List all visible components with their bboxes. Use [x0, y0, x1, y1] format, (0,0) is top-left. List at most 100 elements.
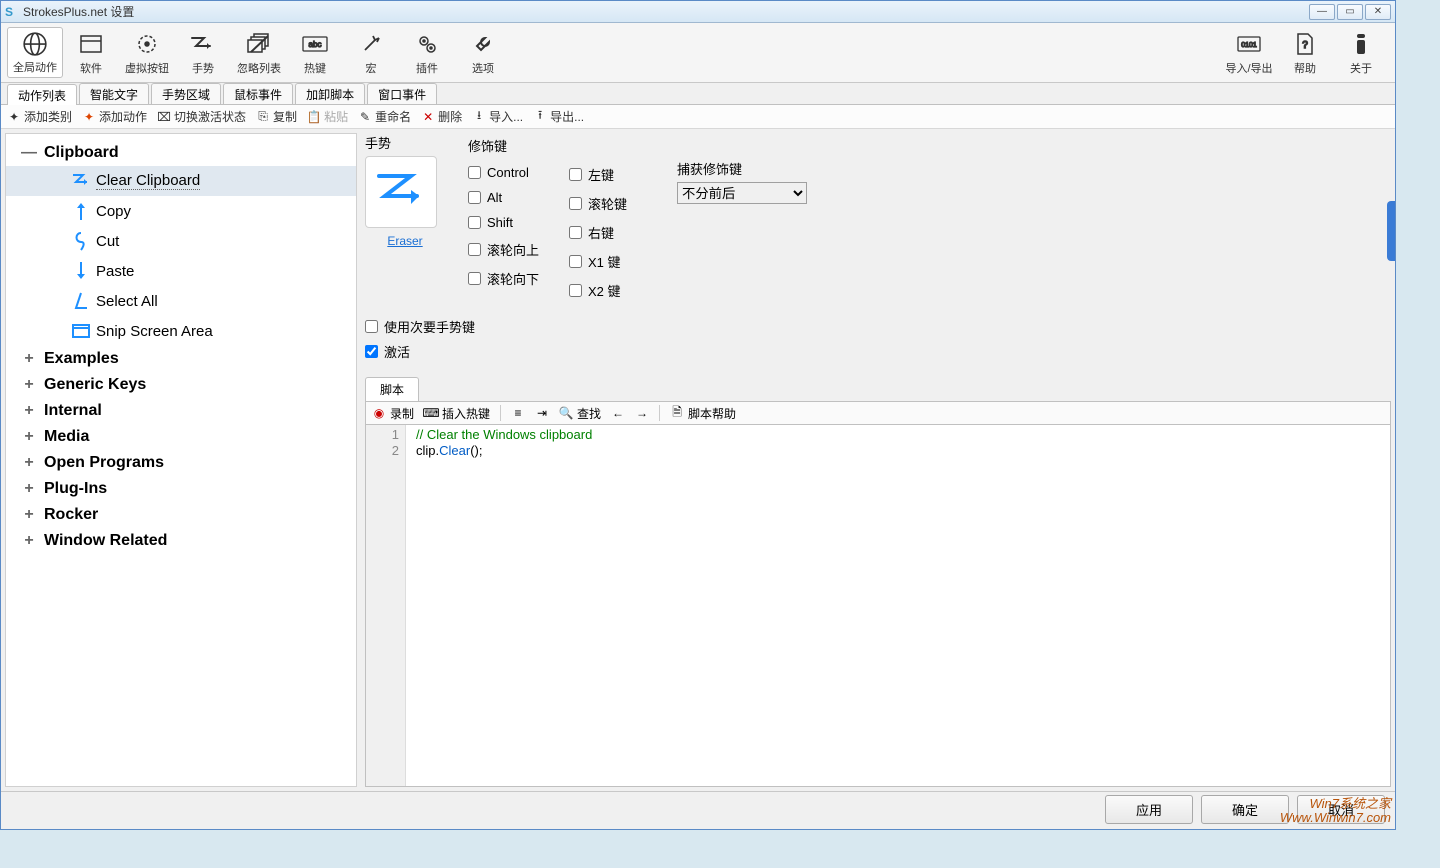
modifiers-heading: 修饰键 — [468, 136, 807, 155]
modifier-滚轮向上[interactable]: 滚轮向上 — [468, 240, 539, 259]
toolbar-software[interactable]: 软件 — [63, 27, 119, 78]
copy-button[interactable]: ⎘复制 — [256, 108, 297, 125]
tab-load-unload-script[interactable]: 加卸脚本 — [295, 83, 365, 104]
toolbar-hotkeys[interactable]: abc 热键 — [287, 27, 343, 78]
modifier-滚轮键[interactable]: 滚轮键 — [569, 194, 627, 213]
maximize-button[interactable]: ▭ — [1337, 4, 1363, 20]
outdent-button[interactable]: ⇥ — [535, 406, 549, 420]
prev-button[interactable]: ← — [611, 406, 625, 420]
main-toolbar: 全局动作 软件 虚拟按钮 手势 忽略列表 abc 热键 宏 插件 — [1, 23, 1395, 83]
doc-icon: 🗎 — [670, 406, 684, 420]
expand-icon: + — [14, 376, 44, 394]
tree-folder-plug-ins[interactable]: +Plug-Ins — [6, 476, 356, 502]
toolbar-global-actions[interactable]: 全局动作 — [7, 27, 63, 78]
zigzag-icon — [190, 30, 216, 58]
rename-icon: ✎ — [358, 110, 372, 124]
tree-folder-examples[interactable]: +Examples — [6, 346, 356, 372]
toolbar-import-export[interactable]: 0101 导入/导出 — [1221, 27, 1277, 78]
tree-folder-media[interactable]: +Media — [6, 424, 356, 450]
script-help-button[interactable]: 🗎脚本帮助 — [670, 405, 736, 422]
delete-button[interactable]: ✕删除 — [421, 108, 462, 125]
record-button[interactable]: ◉录制 — [372, 405, 414, 422]
tree-folder-clipboard[interactable]: — Clipboard — [6, 140, 356, 166]
windows-stack-icon — [246, 30, 272, 58]
modifier-shift[interactable]: Shift — [468, 215, 539, 230]
use-secondary-checkbox[interactable]: 使用次要手势键 — [365, 317, 1391, 336]
tree-item-cut[interactable]: Cut — [6, 226, 356, 256]
modifier-滚轮向下[interactable]: 滚轮向下 — [468, 269, 539, 288]
gesture-preview[interactable] — [365, 156, 437, 228]
expand-icon: + — [14, 480, 44, 498]
toolbar-about[interactable]: 关于 — [1333, 27, 1389, 78]
script-section: 脚本 ◉录制 ⌨插入热键 ≡ ⇥ 🔍查找 ← → 🗎脚本帮助 12 // Cle — [365, 377, 1391, 787]
toggle-icon: ⌧ — [157, 110, 171, 124]
toolbar-gestures[interactable]: 手势 — [175, 27, 231, 78]
import-icon: ⭳ — [472, 110, 486, 124]
tree-folder-open-programs[interactable]: +Open Programs — [6, 450, 356, 476]
find-button[interactable]: 🔍查找 — [559, 405, 601, 422]
config-area: 手势 Eraser 修饰键 Control Alt Shift 滚轮向上滚轮向下 左键… — [365, 133, 1391, 303]
modifier-alt[interactable]: Alt — [468, 190, 539, 205]
expand-icon: + — [14, 350, 44, 368]
modifier-X2 键[interactable]: X2 键 — [569, 281, 627, 300]
sub-tabs: 动作列表 智能文字 手势区域 鼠标事件 加卸脚本 窗口事件 — [1, 83, 1395, 105]
apply-button[interactable]: 应用 — [1105, 795, 1193, 824]
toolbar-macro[interactable]: 宏 — [343, 27, 399, 78]
toolbar-ignore-list[interactable]: 忽略列表 — [231, 27, 287, 78]
tab-gesture-zone[interactable]: 手势区域 — [151, 83, 221, 104]
tree-item-select-all[interactable]: Select All — [6, 286, 356, 316]
gesture-name-link[interactable]: Eraser — [365, 234, 445, 248]
tree-item-paste[interactable]: Paste — [6, 256, 356, 286]
globe-icon — [22, 30, 48, 57]
toolbar-help[interactable]: ? 帮助 — [1277, 27, 1333, 78]
minimize-button[interactable]: — — [1309, 4, 1335, 20]
export-button[interactable]: ⭱导出... — [533, 108, 584, 125]
expand-icon: + — [14, 428, 44, 446]
tab-action-list[interactable]: 动作列表 — [7, 84, 77, 105]
toolbar-options[interactable]: 选项 — [455, 27, 511, 78]
collapse-icon: — — [14, 144, 44, 162]
ok-button[interactable]: 确定 — [1201, 795, 1289, 824]
paste-button[interactable]: 📋粘贴 — [307, 108, 348, 125]
wrench-icon — [471, 30, 495, 58]
gesture-heading: 手势 — [365, 133, 445, 152]
tab-mouse-events[interactable]: 鼠标事件 — [223, 83, 293, 104]
tree-item-copy[interactable]: Copy — [6, 196, 356, 226]
modifier-control[interactable]: Control — [468, 165, 539, 180]
arrow-right-icon: → — [635, 406, 649, 420]
gears-icon — [415, 30, 439, 58]
arrow-down-icon — [66, 260, 96, 282]
tab-smart-text[interactable]: 智能文字 — [79, 83, 149, 104]
tree-item-clear-clipboard[interactable]: Clear Clipboard — [6, 166, 356, 196]
modifier-左键[interactable]: 左键 — [569, 165, 627, 184]
export-icon: ⭱ — [533, 110, 547, 124]
script-tab[interactable]: 脚本 — [365, 377, 419, 401]
toggle-active-button[interactable]: ⌧切换激活状态 — [157, 108, 246, 125]
capture-modifier-select[interactable]: 不分前后 — [677, 182, 807, 204]
script-toolbar: ◉录制 ⌨插入热键 ≡ ⇥ 🔍查找 ← → 🗎脚本帮助 — [365, 401, 1391, 425]
tree-item-snip[interactable]: Snip Screen Area — [6, 316, 356, 346]
import-button[interactable]: ⭳导入... — [472, 108, 523, 125]
toolbar-virtual-buttons[interactable]: 虚拟按钮 — [119, 27, 175, 78]
tree-folder-rocker[interactable]: +Rocker — [6, 502, 356, 528]
side-handle[interactable] — [1387, 201, 1395, 261]
indent-button[interactable]: ≡ — [511, 406, 525, 420]
modifier-X1 键[interactable]: X1 键 — [569, 252, 627, 271]
close-button[interactable]: ✕ — [1365, 4, 1391, 20]
next-button[interactable]: → — [635, 406, 649, 420]
script-editor[interactable]: 12 // Clear the Windows clipboard clip.C… — [365, 425, 1391, 787]
tree-folder-generic-keys[interactable]: +Generic Keys — [6, 372, 356, 398]
tree-folder-internal[interactable]: +Internal — [6, 398, 356, 424]
modifier-右键[interactable]: 右键 — [569, 223, 627, 242]
insert-hotkey-button[interactable]: ⌨插入热键 — [424, 405, 490, 422]
add-action-button[interactable]: ✦添加动作 — [82, 108, 147, 125]
cancel-button[interactable]: 取消 — [1297, 795, 1385, 824]
app-icon: S — [5, 5, 19, 19]
search-icon: 🔍 — [559, 406, 573, 420]
toolbar-plugins[interactable]: 插件 — [399, 27, 455, 78]
rename-button[interactable]: ✎重命名 — [358, 108, 411, 125]
tree-folder-window-related[interactable]: +Window Related — [6, 528, 356, 554]
tab-window-events[interactable]: 窗口事件 — [367, 83, 437, 104]
add-category-button[interactable]: ✦添加类别 — [7, 108, 72, 125]
active-checkbox[interactable]: 激活 — [365, 342, 1391, 361]
